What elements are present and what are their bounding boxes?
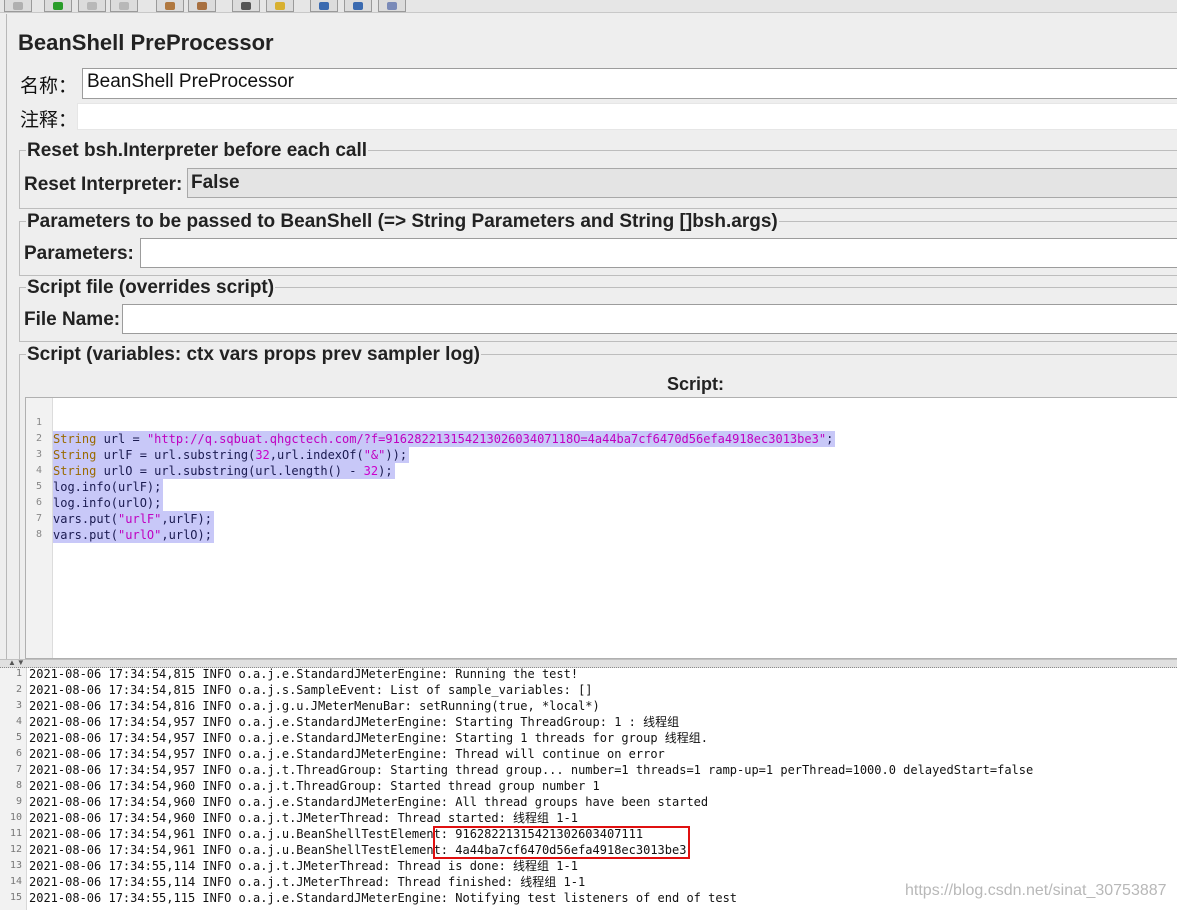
- reset-interpreter-label: Reset Interpreter:: [24, 174, 183, 195]
- toolbar-button-start[interactable]: [44, 0, 72, 12]
- script-file-group-title: Script file (overrides script): [26, 277, 276, 299]
- code-line[interactable]: 4 log.info(urlF);: [26, 447, 1166, 495]
- toolbar-button-function-helper[interactable]: [310, 0, 338, 12]
- help-icon: [353, 2, 363, 10]
- parameters-group-title: Parameters to be passed to BeanShell (=>…: [26, 211, 779, 233]
- panel-left-border: [6, 14, 7, 659]
- toolbar-button-reset-search[interactable]: [266, 0, 294, 12]
- toolbar-button-stop[interactable]: [78, 0, 106, 12]
- name-label: 名称：: [20, 75, 78, 97]
- broom-icon: [165, 2, 175, 10]
- function-helper-icon: [319, 2, 329, 10]
- code-line[interactable]: 6 vars.put("urlF",urlF);: [26, 479, 1166, 527]
- panel-title: BeanShell PreProcessor: [18, 30, 274, 55]
- broom-all-icon: [197, 2, 207, 10]
- toolbar-button-clear[interactable]: [156, 0, 184, 12]
- reset-interpreter-select[interactable]: False: [187, 168, 1177, 198]
- toolbar-button-help[interactable]: [344, 0, 372, 12]
- code-line[interactable]: 8: [26, 511, 1166, 540]
- parameters-label: Parameters:: [24, 243, 134, 264]
- highlight-annotation-box: [433, 826, 690, 859]
- log-viewer[interactable]: 1 2021-08-06 17:34:54,815 INFO o.a.j.e.St…: [0, 668, 1177, 910]
- script-editor[interactable]: 1 String url = "http://q.sqbuat.qhgctech…: [25, 397, 1177, 659]
- toolbar-button-search[interactable]: [232, 0, 260, 12]
- reset-search-icon: [275, 2, 285, 10]
- code-line[interactable]: 3 String urlO = url.substring(url.length…: [26, 431, 1166, 479]
- toolbar-button-shutdown[interactable]: [110, 0, 138, 12]
- code-line[interactable]: 2 String urlF = url.substring(32,url.ind…: [26, 415, 1166, 463]
- line-number: 8: [35, 529, 42, 540]
- toolbar: [0, 0, 1177, 13]
- play-icon: [53, 2, 63, 10]
- script-caption: Script:: [667, 374, 725, 394]
- stop-icon: [87, 2, 97, 10]
- toolbar-button-new[interactable]: [4, 0, 32, 12]
- comment-label: 注释：: [20, 109, 78, 131]
- script-group-title: Script (variables: ctx vars props prev s…: [26, 344, 482, 366]
- comment-field[interactable]: [77, 103, 1177, 130]
- code-line[interactable]: 5 log.info(urlO);: [26, 463, 1166, 511]
- watermark: https://blog.csdn.net/sinat_30753887: [905, 882, 1167, 899]
- toolbar-button-clear-all[interactable]: [188, 0, 216, 12]
- splitter-arrows-icon[interactable]: ▲▼: [8, 658, 26, 667]
- new-icon: [13, 2, 23, 10]
- code-line[interactable]: 1 String url = "http://q.sqbuat.qhgctech…: [26, 399, 1166, 447]
- shutdown-icon: [119, 2, 129, 10]
- parameters-input[interactable]: [140, 238, 1177, 268]
- code-text: vars.put("urlO",urlO);: [53, 527, 214, 543]
- toolbar-button-log[interactable]: [378, 0, 406, 12]
- code-line[interactable]: 7 vars.put("urlO",urlO);: [26, 495, 1166, 543]
- name-field[interactable]: BeanShell PreProcessor: [82, 68, 1177, 99]
- log-viewer-icon: [387, 2, 397, 10]
- binoculars-icon: [241, 2, 251, 10]
- file-name-label: File Name:: [24, 309, 121, 330]
- reset-group-title: Reset bsh.Interpreter before each call: [26, 140, 369, 162]
- file-name-input[interactable]: [122, 304, 1177, 334]
- log-panel-splitter[interactable]: ▲▼: [0, 658, 1177, 668]
